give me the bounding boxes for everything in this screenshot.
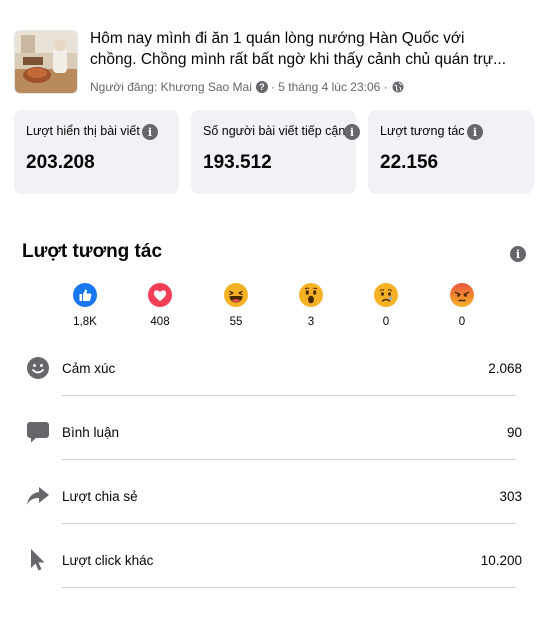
row-other-clicks[interactable]: Lượt click khác 10.200 [24, 530, 522, 588]
stat-card-engagement: Lượt tương tác i 22.156 [368, 110, 534, 194]
stat-card-impressions: Lượt hiển thị bài viết i 203.208 [14, 110, 179, 194]
post-header[interactable]: Hôm nay mình đi ăn 1 quán lòng nướng Hàn… [14, 28, 539, 98]
info-icon[interactable]: i [344, 124, 360, 140]
post-meta: Người đăng: Khương Sao Mai ? · 5 tháng 4… [90, 80, 404, 94]
wow-icon [299, 283, 323, 307]
reaction-love[interactable]: 408 [135, 283, 185, 328]
reaction-haha[interactable]: 55 [211, 283, 261, 328]
share-icon [27, 487, 49, 505]
stat-label: Số người bài viết tiếp cận [203, 124, 346, 138]
row-label: Cảm xúc [62, 361, 116, 376]
row-value: 303 [499, 489, 522, 504]
stat-value: 203.208 [26, 152, 95, 173]
post-title-line-2: chồng. Chồng mình rất bất ngờ khi thấy c… [90, 51, 507, 68]
info-icon[interactable]: i [142, 124, 158, 140]
stat-value: 22.156 [380, 152, 439, 173]
row-shares[interactable]: Lượt chia sẻ 303 [24, 466, 522, 524]
question-icon[interactable]: ? [255, 81, 268, 93]
reaction-sad[interactable]: 0 [361, 283, 411, 328]
row-value: 2.068 [488, 361, 522, 376]
reaction-count: 408 [150, 316, 170, 328]
reaction-count: 0 [458, 316, 466, 328]
post-thumbnail[interactable] [14, 30, 78, 94]
sad-icon [374, 283, 398, 307]
stat-label: Lượt hiển thị bài viết [26, 124, 140, 138]
cursor-icon [31, 549, 45, 571]
reactions-bar: 1,8K 408 55 3 0 0 [60, 283, 490, 333]
row-label: Lượt click khác [62, 553, 154, 568]
divider [62, 587, 516, 588]
info-icon[interactable]: i [467, 124, 483, 140]
row-comments[interactable]: Bình luận 90 [24, 402, 522, 460]
row-value: 10.200 [480, 553, 522, 568]
reaction-like[interactable]: 1,8K [60, 283, 110, 328]
stat-card-reach: Số người bài viết tiếp cận i 193.512 [191, 110, 360, 194]
post-title-line-1: Hôm nay mình đi ăn 1 quán lòng nướng Hàn… [90, 30, 465, 47]
smiley-icon [27, 357, 49, 379]
post-title[interactable]: Hôm nay mình đi ăn 1 quán lòng nướng Hàn… [90, 28, 539, 70]
reaction-count: 55 [229, 316, 243, 328]
divider [62, 459, 516, 460]
section-title: Lượt tương tác [22, 241, 163, 262]
stat-label: Lượt tương tác [380, 124, 465, 138]
angry-icon [450, 283, 474, 307]
like-icon [73, 283, 97, 307]
reaction-angry[interactable]: 0 [437, 283, 487, 328]
row-value: 90 [506, 425, 522, 440]
post-date: · 5 tháng 4 lúc 23:06 · [270, 80, 388, 94]
post-author: Người đăng: Khương Sao Mai [90, 80, 252, 94]
info-icon[interactable]: i [510, 246, 526, 262]
row-label: Bình luận [62, 425, 120, 440]
comment-icon [27, 422, 49, 443]
haha-icon [224, 283, 248, 307]
divider [62, 523, 516, 524]
stats-cards: Lượt hiển thị bài viết i 203.208 Số ngườ… [14, 110, 534, 194]
reaction-wow[interactable]: 3 [286, 283, 336, 328]
love-icon [148, 283, 172, 307]
reaction-count: 3 [307, 316, 315, 328]
reaction-count: 1,8K [73, 316, 97, 328]
stat-value: 193.512 [203, 152, 272, 173]
globe-icon [392, 81, 404, 93]
row-reactions[interactable]: Cảm xúc 2.068 [24, 338, 522, 396]
divider [62, 395, 516, 396]
reaction-count: 0 [382, 316, 390, 328]
row-label: Lượt chia sẻ [62, 489, 138, 504]
